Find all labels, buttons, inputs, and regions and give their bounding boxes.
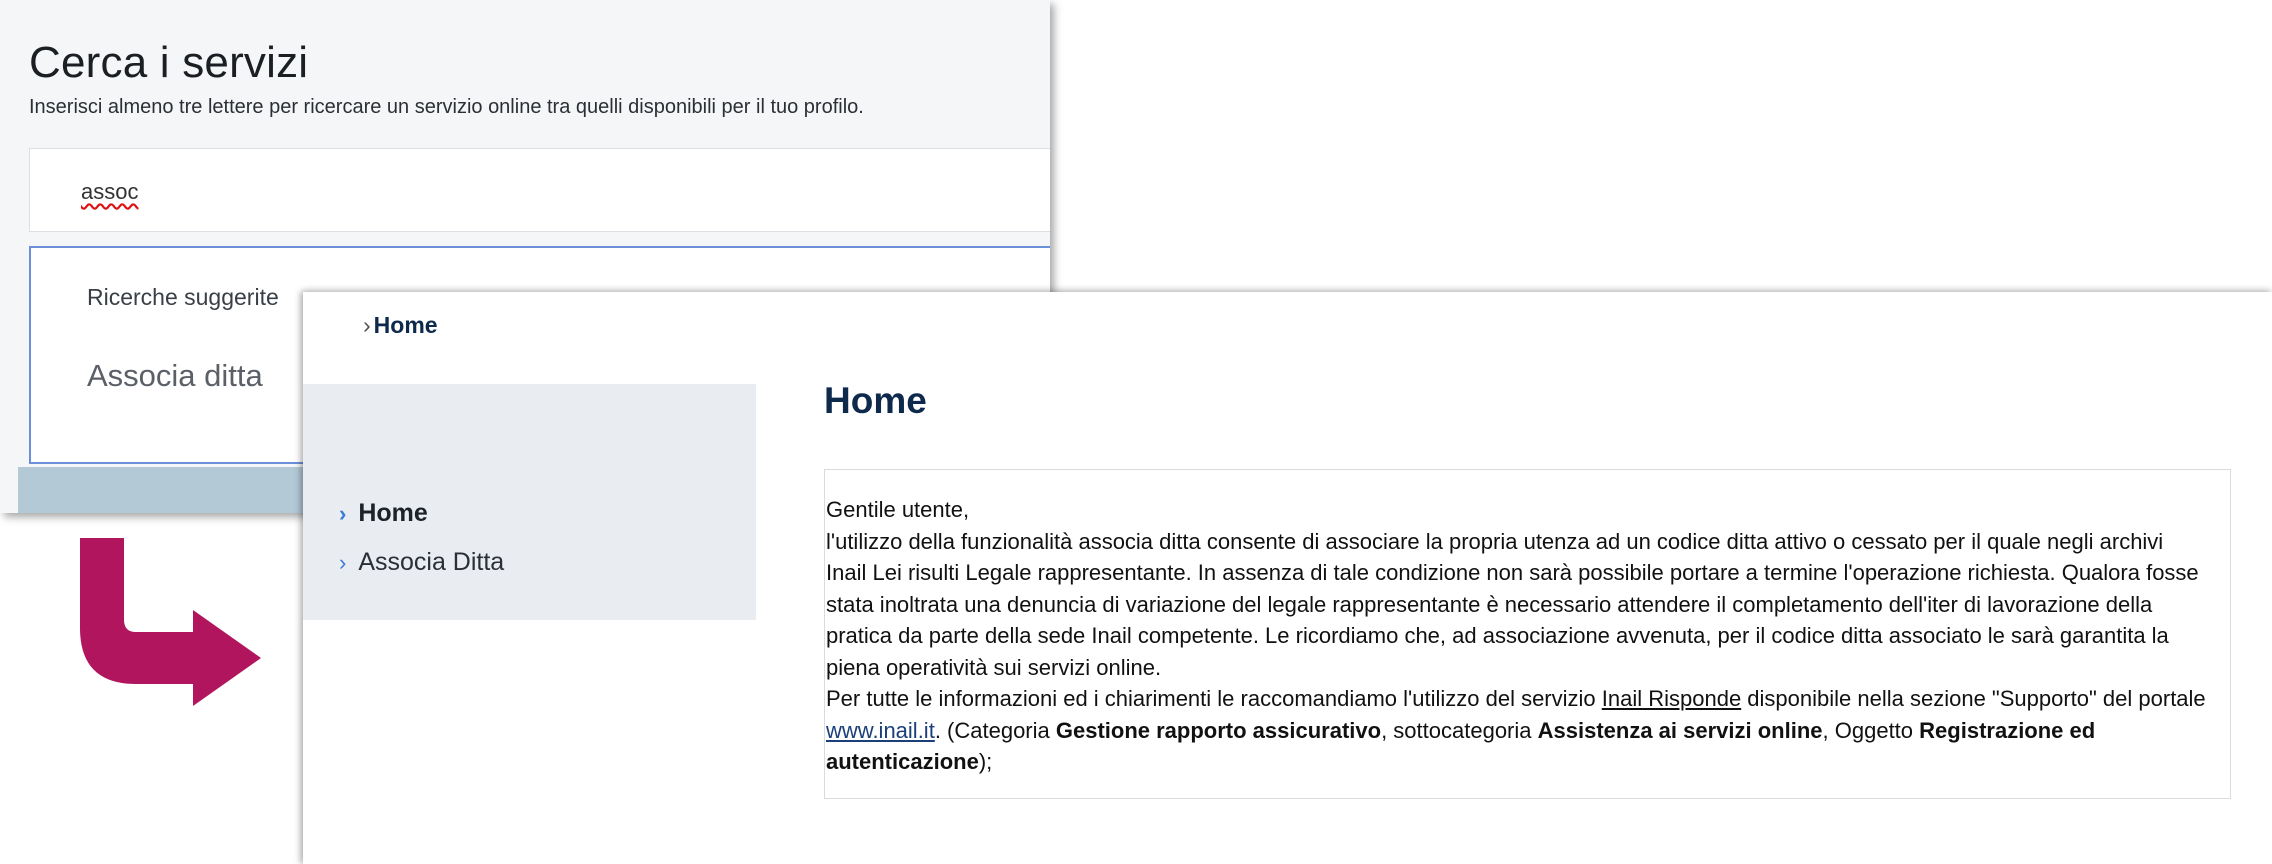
text-span: . (Categoria xyxy=(934,717,1056,743)
text-span: , sottocategoria xyxy=(1381,717,1538,743)
sidebar-item-label: Associa Ditta xyxy=(358,548,505,576)
chevron-right-icon: › xyxy=(339,550,347,575)
body-paragraph-2: Per tutte le informazioni ed i chiarimen… xyxy=(826,683,2206,778)
search-input[interactable]: assoc xyxy=(29,148,1050,232)
subcategory-text: Assistenza ai servizi online xyxy=(1537,717,1823,743)
text-span: disponibile nella sezione "Supporto" del… xyxy=(1741,686,2206,711)
breadcrumb: › Home xyxy=(363,312,438,339)
suggestions-label: Ricerche suggerite xyxy=(87,284,279,310)
text-span: Per tutte le informazioni ed i chiarimen… xyxy=(826,686,1602,711)
edge-divider xyxy=(2265,700,2272,792)
content-box: Gentile utente, l'utilizzo della funzion… xyxy=(824,469,2231,799)
inail-risponde-link[interactable]: Inail Risponde xyxy=(1602,686,1741,711)
search-title: Cerca i servizi xyxy=(29,38,309,87)
body-paragraph-1: l'utilizzo della funzionalità associa di… xyxy=(826,528,2199,680)
sidebar-item-associa-ditta[interactable]: › Associa Ditta xyxy=(339,548,504,577)
chevron-right-icon: › xyxy=(363,312,371,338)
chevron-right-icon: › xyxy=(339,501,347,526)
text-span: ); xyxy=(978,749,993,774)
search-input-value: assoc xyxy=(81,179,139,204)
page-title: Home xyxy=(824,380,927,421)
home-page-panel: › Home › Home › Associa Ditta Home Gentile … xyxy=(303,292,2272,864)
sidebar-menu: › Home › Associa Ditta xyxy=(303,384,756,620)
category-text: Gestione rapporto assicurativo xyxy=(1055,717,1382,743)
search-subtitle: Inserisci almeno tre lettere per ricerca… xyxy=(29,96,864,118)
sidebar-item-label: Home xyxy=(358,499,428,527)
text-span: , Oggetto xyxy=(1822,717,1920,743)
sidebar-item-home[interactable]: › Home xyxy=(339,499,428,528)
greeting-text: Gentile utente, xyxy=(826,497,970,522)
inail-site-link[interactable]: www.inail.it xyxy=(826,718,935,743)
suggestion-associa-ditta[interactable]: Associa ditta xyxy=(87,358,263,394)
flow-arrow-icon xyxy=(80,538,261,706)
breadcrumb-home-link[interactable]: Home xyxy=(374,312,438,338)
